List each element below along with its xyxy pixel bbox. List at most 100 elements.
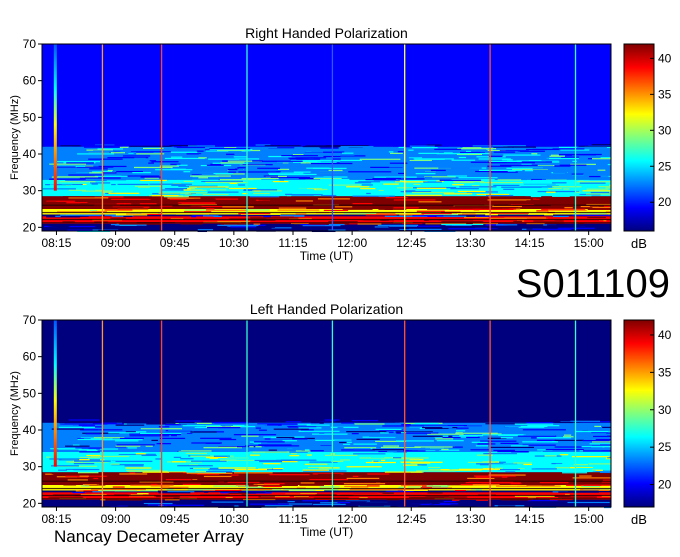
noise-streak bbox=[524, 435, 556, 436]
colorbar-tick-label: 30 bbox=[658, 403, 672, 417]
noise-streak bbox=[175, 420, 201, 421]
noise-streak bbox=[135, 452, 142, 453]
burst-trace bbox=[54, 320, 57, 467]
noise-streak bbox=[407, 182, 419, 183]
noise-streak bbox=[59, 427, 95, 428]
noise-streak bbox=[188, 489, 216, 490]
noise-streak bbox=[325, 455, 358, 456]
noise-streak bbox=[501, 437, 513, 438]
noise-streak bbox=[134, 158, 146, 159]
noise-streak bbox=[183, 484, 201, 485]
noise-streak bbox=[441, 221, 483, 222]
noise-streak bbox=[331, 427, 359, 428]
noise-streak bbox=[473, 471, 506, 472]
noise-streak bbox=[555, 440, 584, 441]
noise-streak bbox=[101, 207, 144, 208]
noise-streak bbox=[88, 159, 123, 160]
colorbar-tick-label: 35 bbox=[658, 87, 672, 101]
footer-label: Nancay Decameter Array bbox=[54, 527, 244, 547]
x-tick-label: 09:45 bbox=[160, 512, 190, 526]
noise-streak bbox=[523, 464, 532, 465]
colorbar-tick-label: 25 bbox=[658, 440, 672, 454]
noise-streak bbox=[579, 220, 604, 221]
noise-streak bbox=[476, 489, 482, 490]
noise-streak bbox=[456, 430, 465, 431]
noise-streak bbox=[129, 472, 135, 473]
noise-streak bbox=[339, 442, 347, 443]
x-tick-label: 14:15 bbox=[515, 236, 545, 250]
noise-streak bbox=[90, 182, 110, 183]
noise-streak bbox=[423, 426, 464, 427]
spectrogram-figure: Right Handed Polarization203040506070Fre… bbox=[0, 0, 680, 552]
noise-streak bbox=[72, 172, 84, 173]
noise-streak bbox=[591, 433, 606, 434]
noise-streak bbox=[536, 210, 548, 211]
noise-streak bbox=[517, 485, 561, 486]
noise-streak bbox=[244, 424, 267, 425]
noise-streak bbox=[414, 446, 455, 447]
noise-streak bbox=[111, 152, 125, 153]
noise-streak bbox=[607, 457, 611, 458]
noise-streak bbox=[443, 436, 449, 437]
noise-streak bbox=[367, 485, 380, 486]
noise-streak bbox=[366, 214, 397, 215]
noise-streak bbox=[438, 168, 481, 169]
noise-streak bbox=[606, 175, 611, 176]
noise-streak bbox=[495, 468, 503, 469]
noise-streak bbox=[254, 471, 281, 472]
noise-streak bbox=[58, 176, 98, 177]
noise-streak bbox=[287, 195, 291, 196]
colorbar-tick-label: 25 bbox=[658, 159, 672, 173]
noise-streak bbox=[294, 496, 309, 497]
noise-streak bbox=[169, 229, 192, 230]
noise-streak bbox=[548, 210, 587, 211]
noise-streak bbox=[560, 454, 568, 455]
noise-streak bbox=[312, 434, 348, 435]
noise-streak bbox=[454, 182, 474, 183]
y-tick-label: 30 bbox=[23, 460, 37, 474]
noise-streak bbox=[140, 446, 145, 447]
noise-streak bbox=[285, 194, 292, 195]
noise-streak bbox=[572, 456, 610, 457]
noise-streak bbox=[479, 170, 522, 171]
noise-streak bbox=[170, 199, 187, 200]
noise-streak bbox=[417, 188, 447, 189]
noise-streak bbox=[79, 451, 100, 452]
noise-streak bbox=[234, 472, 273, 473]
noise-streak bbox=[522, 433, 563, 434]
noise-streak bbox=[430, 197, 434, 198]
noise-streak bbox=[425, 177, 432, 178]
noise-streak bbox=[96, 500, 102, 501]
noise-streak bbox=[443, 226, 452, 227]
noise-streak bbox=[57, 161, 100, 162]
noise-streak bbox=[533, 180, 576, 181]
noise-streak bbox=[81, 207, 91, 208]
noise-streak bbox=[320, 183, 355, 184]
noise-streak bbox=[227, 457, 260, 458]
noise-streak bbox=[123, 216, 132, 217]
noise-streak bbox=[523, 207, 531, 208]
noise-streak bbox=[344, 486, 368, 487]
noise-streak bbox=[105, 499, 142, 500]
noise-streak bbox=[559, 147, 577, 148]
noise-streak bbox=[523, 429, 566, 430]
noise-streak bbox=[204, 492, 208, 493]
noise-streak bbox=[100, 490, 137, 491]
noise-streak bbox=[459, 500, 476, 501]
noise-streak bbox=[430, 461, 474, 462]
noise-streak bbox=[184, 181, 194, 182]
noise-streak bbox=[219, 467, 256, 468]
noise-streak bbox=[259, 430, 267, 431]
noise-streak bbox=[601, 157, 611, 158]
noise-streak bbox=[472, 185, 480, 186]
noise-streak bbox=[82, 429, 98, 430]
noise-streak bbox=[248, 487, 263, 488]
noise-streak bbox=[194, 199, 215, 200]
noise-streak bbox=[111, 464, 120, 465]
x-axis-label: Time (UT) bbox=[300, 249, 354, 263]
noise-streak bbox=[198, 157, 206, 158]
noise-streak bbox=[157, 443, 172, 444]
noise-streak bbox=[502, 159, 513, 160]
noise-streak bbox=[364, 502, 403, 503]
noise-streak bbox=[316, 189, 327, 190]
